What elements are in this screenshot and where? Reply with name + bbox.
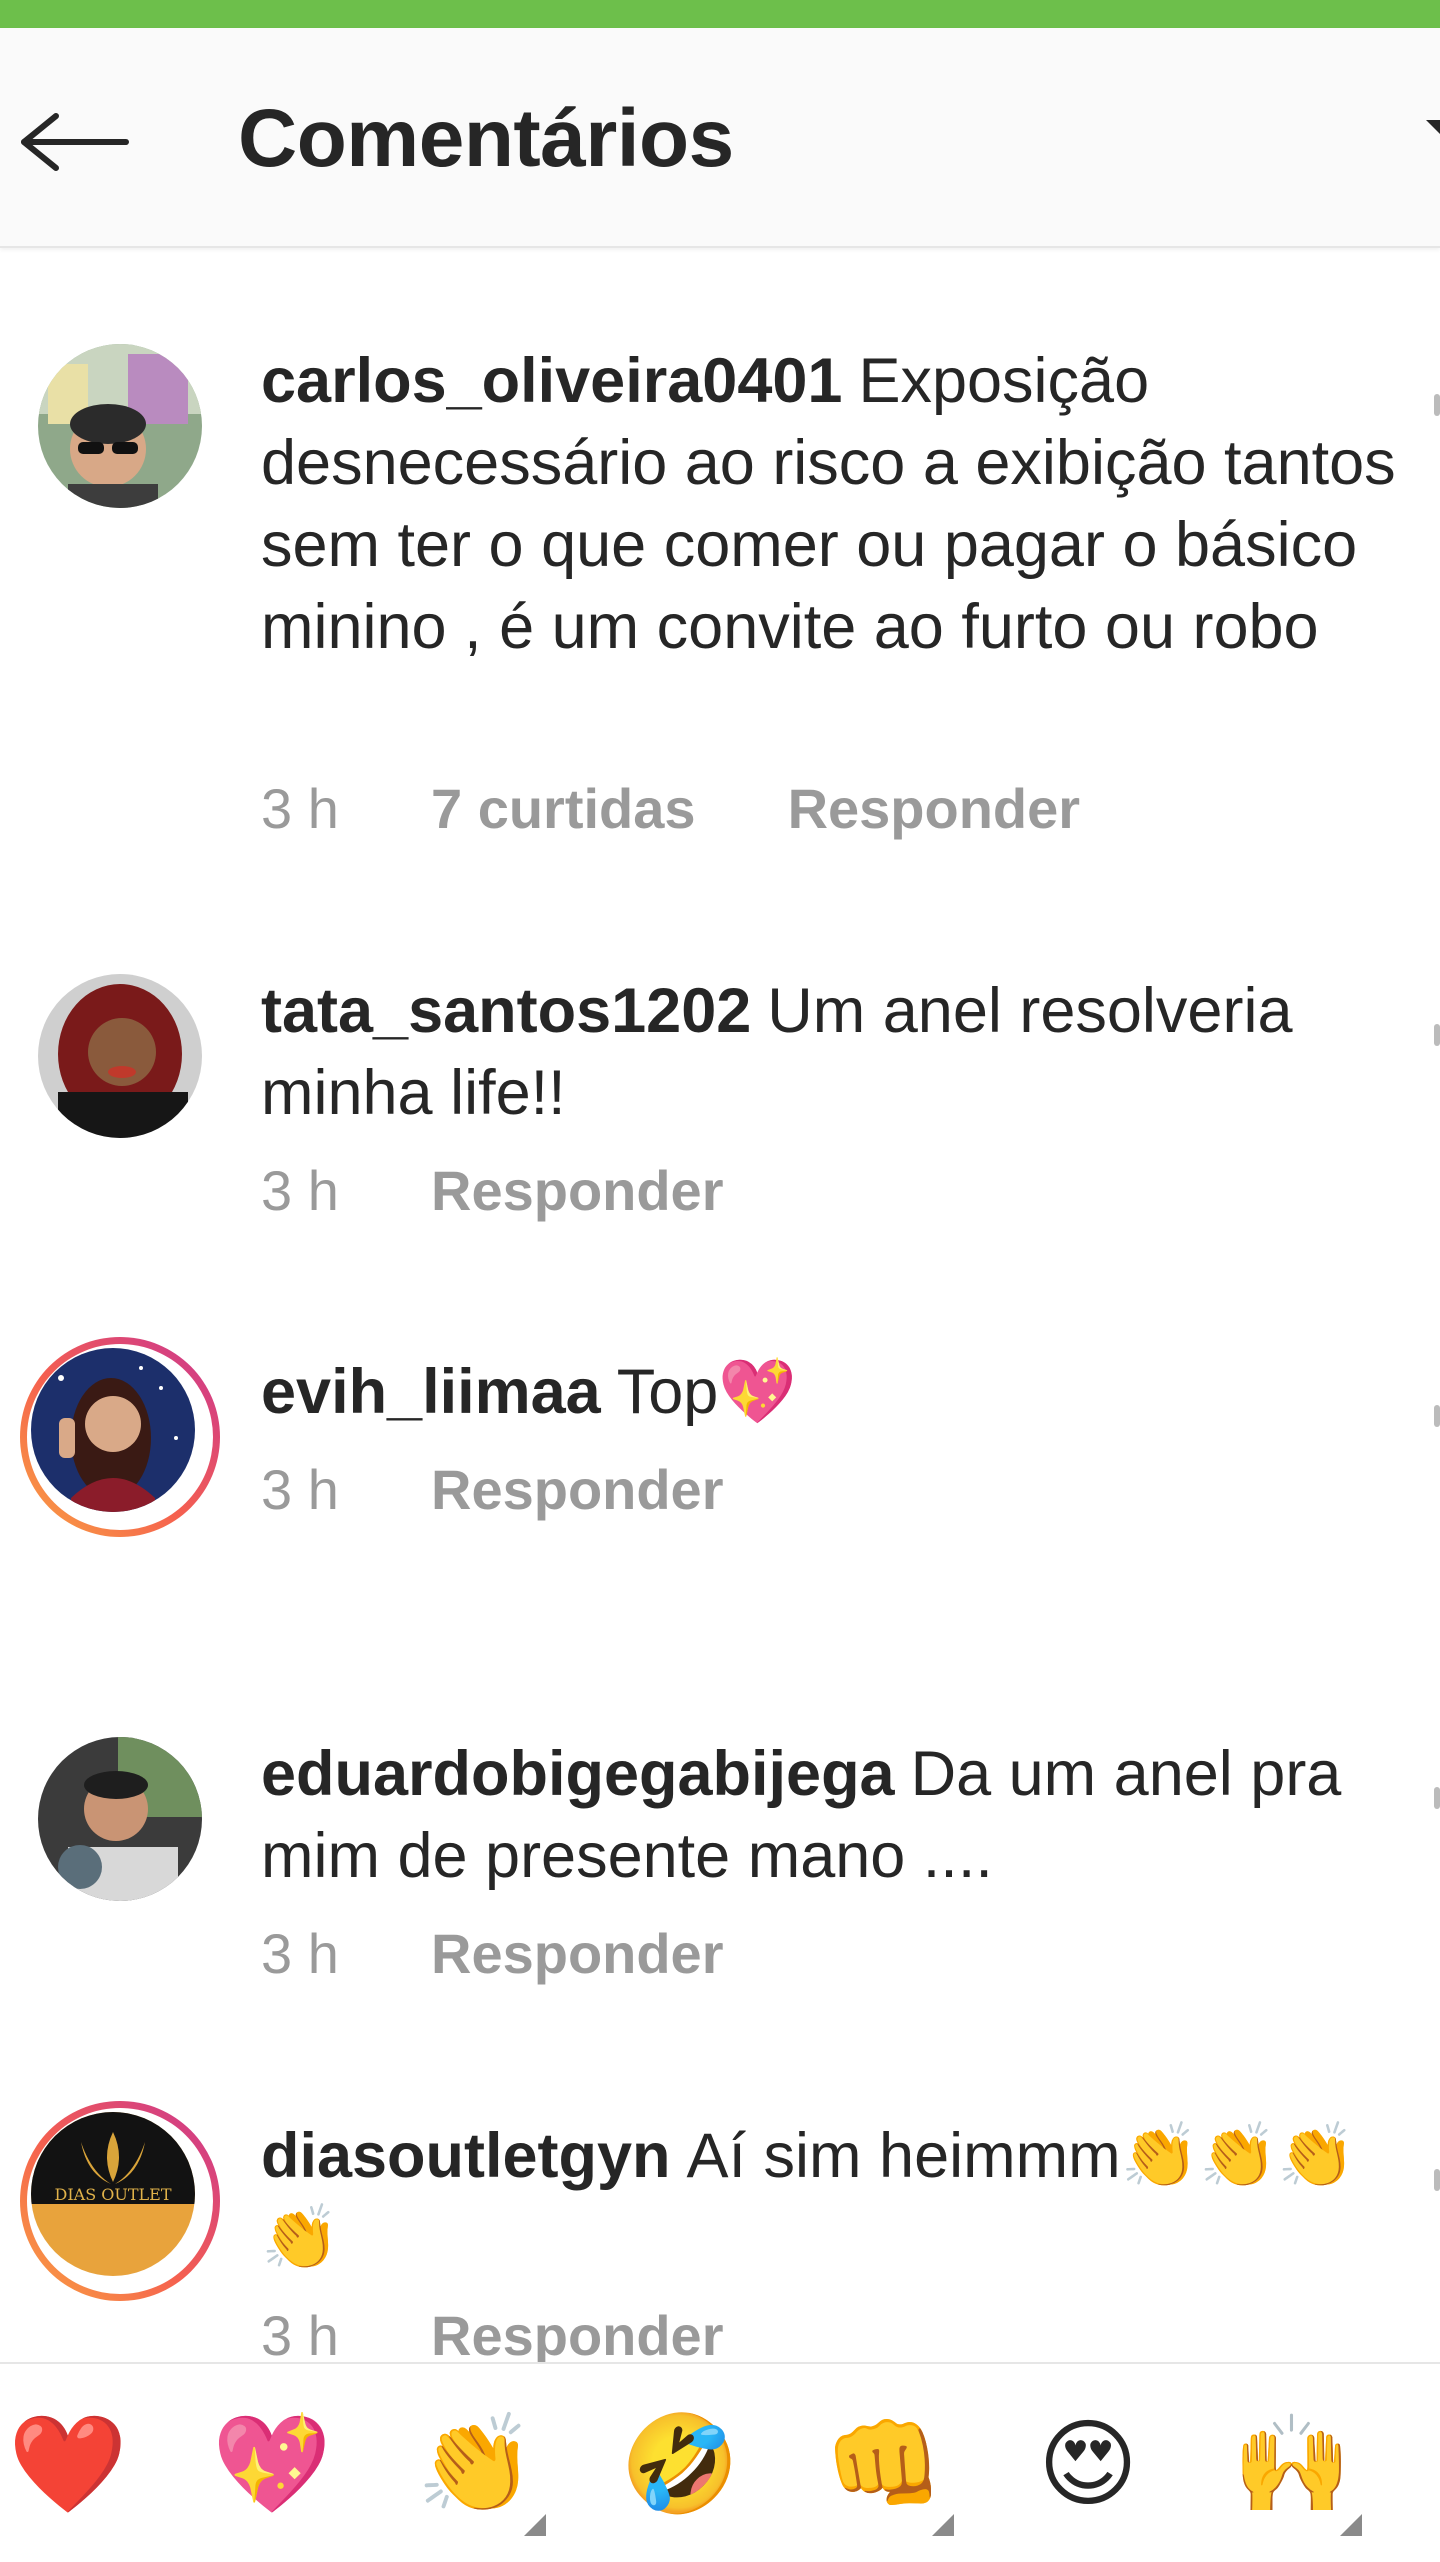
send-icon[interactable] xyxy=(1426,120,1440,134)
story-ring[interactable]: DIAS OUTLET xyxy=(20,2101,220,2301)
heart-emoji-button[interactable]: ❤️ xyxy=(8,2404,128,2524)
rofl-emoji-button[interactable]: 🤣 xyxy=(620,2404,740,2524)
comment-time: 3 h xyxy=(261,2304,339,2367)
comment-username[interactable]: tata_santos1202 xyxy=(261,976,751,1046)
fist-emoji-button[interactable]: 👊 xyxy=(824,2404,954,2536)
comment-username[interactable]: eduardobigegabijega xyxy=(261,1739,895,1809)
reply-button[interactable]: Responder xyxy=(788,776,1081,841)
comment-meta: 3 h 7 curtidas Responder xyxy=(261,776,1080,841)
clapping-hands-emoji-button[interactable]: 👏 xyxy=(416,2404,546,2536)
comment-meta: 3 h Responder xyxy=(261,1457,724,1522)
fist-emoji: 👊 xyxy=(824,2408,944,2520)
page-title: Comentários xyxy=(238,93,734,184)
reply-button[interactable]: Responder xyxy=(431,1158,724,1223)
raised-hands-emoji-button[interactable]: 🙌 xyxy=(1232,2404,1362,2536)
comment-meta: 3 h Responder xyxy=(261,2303,724,2368)
comment-text: Top💖 xyxy=(616,1357,797,1427)
comment-body: eduardobigegabijega Da um anel pra mim de… xyxy=(261,1733,1411,1897)
comment-body: evih_liimaa Top💖 xyxy=(261,1351,1411,1433)
skin-tone-indicator-icon xyxy=(1340,2514,1362,2536)
comment-time: 3 h xyxy=(261,1458,339,1521)
comment-time: 3 h xyxy=(261,1159,339,1222)
avatar: DIAS OUTLET xyxy=(31,2112,195,2276)
skin-tone-indicator-icon xyxy=(932,2514,954,2536)
heart-eyes-emoji-button[interactable]: 😍 xyxy=(1028,2404,1148,2524)
like-icon[interactable] xyxy=(1434,1405,1440,1427)
reply-button[interactable]: Responder xyxy=(431,1457,724,1522)
avatar[interactable] xyxy=(38,974,202,1138)
comment-meta: 3 h Responder xyxy=(261,1921,724,1986)
comment-time: 3 h xyxy=(261,777,339,840)
raised-hands-emoji: 🙌 xyxy=(1232,2408,1352,2520)
comment-likes[interactable]: 7 curtidas xyxy=(431,776,696,841)
story-ring[interactable] xyxy=(20,1337,220,1537)
comment-username[interactable]: diasoutletgyn xyxy=(261,2121,671,2191)
comment-username[interactable]: evih_liimaa xyxy=(261,1357,601,1427)
sparkling-heart-emoji-button[interactable]: 💖 xyxy=(212,2404,332,2524)
like-icon[interactable] xyxy=(1434,1024,1440,1046)
status-bar xyxy=(0,0,1440,28)
like-icon[interactable] xyxy=(1434,1787,1440,1809)
back-button[interactable] xyxy=(18,112,132,172)
avatar[interactable] xyxy=(38,1737,202,1901)
comment-username[interactable]: carlos_oliveira0401 xyxy=(261,346,842,416)
header: Comentários xyxy=(0,28,1440,248)
reply-button[interactable]: Responder xyxy=(431,2303,724,2368)
avatar[interactable] xyxy=(38,344,202,508)
comment-body: tata_santos1202 Um anel resolveria minha … xyxy=(261,970,1411,1134)
avatar xyxy=(31,1348,195,1512)
arrow-left-icon xyxy=(21,113,129,171)
comment-body: carlos_oliveira0401 Exposição desnecessár… xyxy=(261,340,1411,668)
comment-body: diasoutletgyn Aí sim heimmm👏👏👏👏 xyxy=(261,2115,1411,2279)
emoji-reaction-bar: ❤️ 💖 👏 🤣 👊 😍 🙌 xyxy=(0,2362,1440,2562)
skin-tone-indicator-icon xyxy=(524,2514,546,2536)
like-icon[interactable] xyxy=(1434,2169,1440,2191)
like-icon[interactable] xyxy=(1434,394,1440,416)
comment-time: 3 h xyxy=(261,1922,339,1985)
reply-button[interactable]: Responder xyxy=(431,1921,724,1986)
comment-meta: 3 h Responder xyxy=(261,1158,724,1223)
avatar-logo-text: DIAS OUTLET xyxy=(55,2185,172,2204)
clapping-hands-emoji: 👏 xyxy=(416,2408,536,2520)
